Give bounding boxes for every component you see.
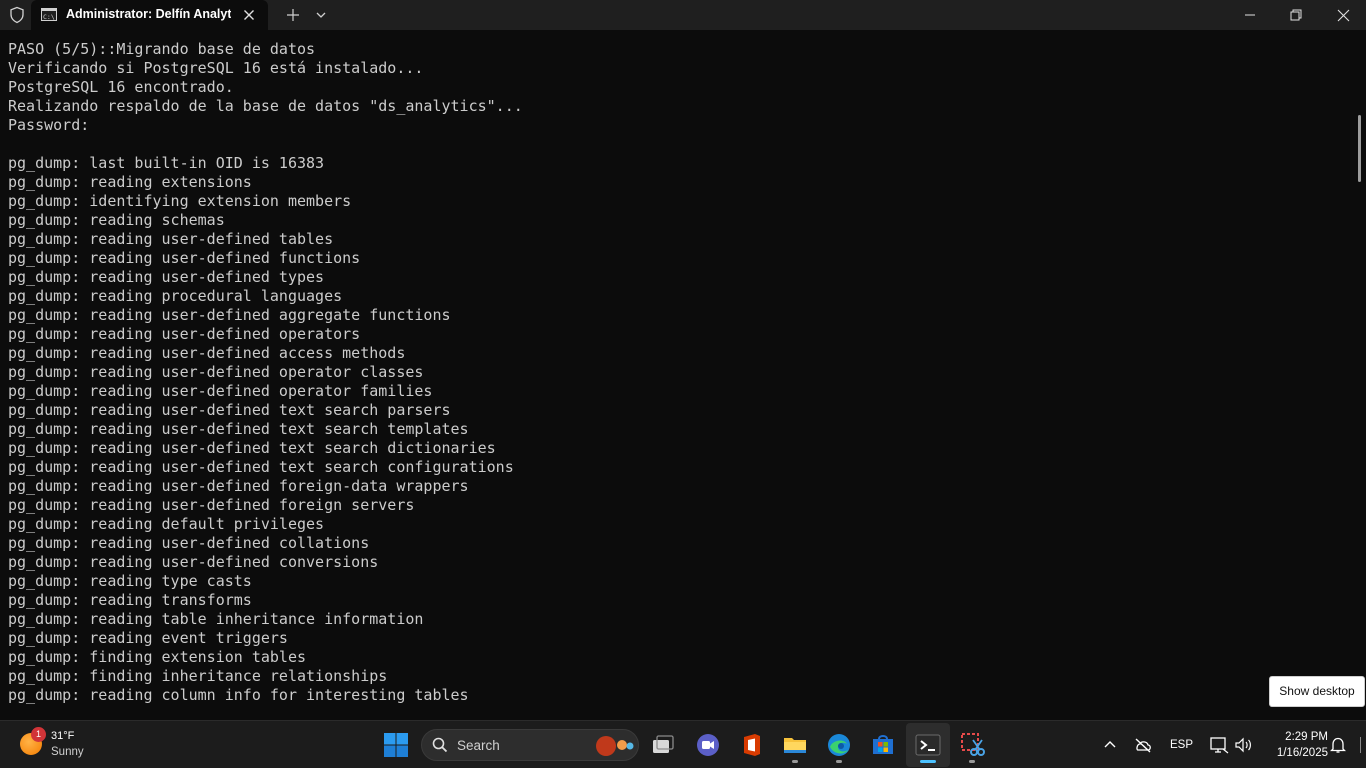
terminal-line: pg_dump: reading user-defined collations [8,534,370,552]
language-indicator[interactable]: ESP [1170,739,1193,751]
terminal-line: pg_dump: reading extensions [8,173,252,191]
terminal-output[interactable]: PASO (5/5)::Migrando base de datos Verifi… [0,30,1366,720]
terminal-line: PostgreSQL 16 encontrado. [8,78,234,96]
microsoft-store-icon[interactable] [870,732,896,758]
new-tab-icon[interactable] [283,5,303,25]
terminal-line: pg_dump: reading schemas [8,211,225,229]
running-indicator [969,760,975,763]
terminal-line: pg_dump: reading type casts [8,572,252,590]
terminal-line: pg_dump: identifying extension members [8,192,352,210]
clock-date[interactable]: 1/16/2025 [1262,747,1328,759]
terminal-line: pg_dump: reading user-defined aggregate … [8,306,451,324]
terminal-line: pg_dump: reading default privileges [8,515,325,533]
terminal-line: pg_dump: reading transforms [8,591,252,609]
terminal-line: pg_dump: reading user-defined foreign se… [8,496,415,514]
terminal-line: Realizando respaldo de la base de datos … [8,97,523,115]
title-bar: C:\ Administrator: Delfín Analytics [0,0,1366,30]
restore-icon [1290,9,1302,21]
terminal-line: pg_dump: reading table inheritance infor… [8,610,424,628]
svg-text:C:\: C:\ [43,13,55,21]
terminal-line: pg_dump: reading user-defined operators [8,325,361,343]
terminal-line: pg_dump: reading user-defined types [8,268,325,286]
file-explorer-icon[interactable] [782,732,808,758]
terminal-line: pg_dump: reading column info for interes… [8,686,469,704]
weather-temperature: 31°F [51,730,75,742]
terminal-line: pg_dump: reading user-defined text searc… [8,439,496,457]
terminal-line: pg_dump: reading user-defined tables [8,230,334,248]
scrollbar-thumb[interactable] [1358,115,1361,182]
chevron-down-icon[interactable] [312,6,330,24]
terminal-line: pg_dump: last built-in OID is 16383 [8,154,325,172]
terminal-line: pg_dump: reading user-defined operator c… [8,363,424,381]
shield-icon [10,6,24,24]
terminal-line: PASO (5/5)::Migrando base de datos [8,40,316,58]
weather-condition: Sunny [51,746,84,758]
search-highlight-icon [596,736,634,756]
show-desktop-button[interactable] [1360,737,1361,753]
terminal-line: pg_dump: reading user-defined foreign-da… [8,477,469,495]
terminal-line: pg_dump: reading user-defined functions [8,249,361,267]
cmd-icon: C:\ [41,8,57,21]
volume-icon[interactable] [1234,736,1254,754]
chevron-up-icon[interactable] [1103,736,1117,754]
cloud-offline-icon[interactable] [1133,736,1153,754]
minimize-button[interactable] [1227,0,1273,30]
active-indicator [920,760,936,763]
running-indicator [792,760,798,763]
terminal-lines: PASO (5/5)::Migrando base de datos Verifi… [8,40,523,705]
terminal-line: pg_dump: reading user-defined text searc… [8,458,514,476]
start-button[interactable] [383,732,409,758]
search-label: Search [457,738,500,753]
network-icon[interactable] [1209,736,1229,754]
terminal-line: pg_dump: finding inheritance relationshi… [8,667,388,685]
task-view-icon[interactable] [650,732,676,758]
clock-time[interactable]: 2:29 PM [1268,731,1328,743]
terminal-line: pg_dump: reading user-defined operator f… [8,382,433,400]
bell-icon[interactable] [1330,736,1346,754]
close-tab-icon[interactable] [240,6,258,24]
close-window-button[interactable] [1320,0,1366,30]
taskbar-search[interactable]: Search [421,729,639,761]
terminal-line: pg_dump: reading user-defined text searc… [8,420,469,438]
minimize-icon [1245,14,1255,16]
terminal-line: pg_dump: reading user-defined text searc… [8,401,451,419]
office-icon[interactable] [739,732,765,758]
notification-badge: 1 [31,727,46,742]
show-desktop-tooltip: Show desktop [1269,676,1365,707]
tab-title: Administrator: Delfín Analytics [66,7,231,21]
running-indicator [836,760,842,763]
taskbar: 1 31°F Sunny Search ESP 2:29 PM 1/16/202… [0,720,1366,768]
terminal-line: Password: [8,116,90,134]
terminal-line: pg_dump: finding extension tables [8,648,307,666]
terminal-line: pg_dump: reading user-defined conversion… [8,553,379,571]
teams-meet-icon[interactable] [695,732,721,758]
terminal-tab[interactable]: C:\ Administrator: Delfín Analytics [31,0,268,30]
edge-icon[interactable] [826,732,852,758]
terminal-line: pg_dump: reading event triggers [8,629,288,647]
terminal-line: pg_dump: reading procedural languages [8,287,343,305]
search-icon [432,737,448,753]
snipping-tool-icon[interactable] [960,732,986,758]
close-icon [1337,9,1349,21]
terminal-line: pg_dump: reading user-defined access met… [8,344,406,362]
terminal-line: Verificando si PostgreSQL 16 está instal… [8,59,424,77]
terminal-app-icon[interactable] [915,732,941,758]
restore-button[interactable] [1273,0,1319,30]
